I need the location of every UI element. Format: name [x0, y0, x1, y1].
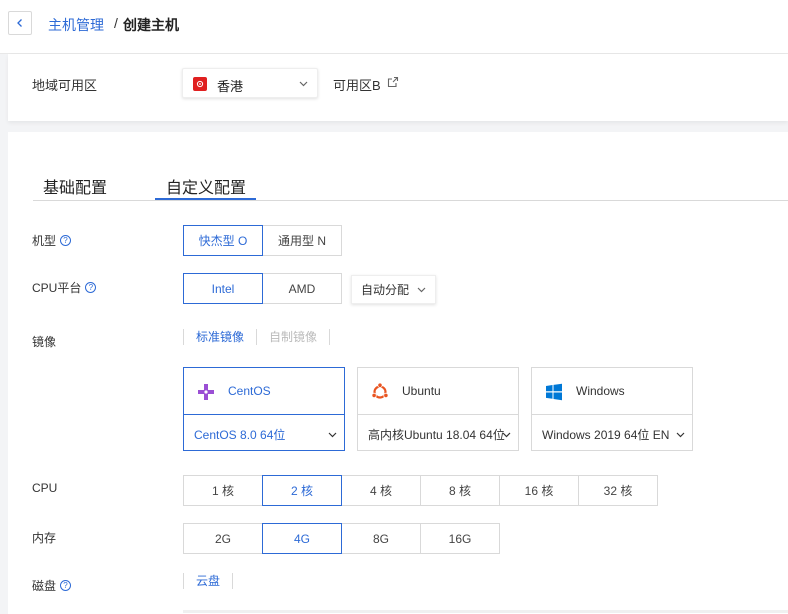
cpu-platform-label: CPU平台 — [32, 281, 82, 295]
cpu-option-1[interactable]: 1 核 — [183, 475, 263, 506]
breadcrumb-host-management[interactable]: 主机管理 — [48, 15, 104, 35]
cpu-platform-selector: Intel AMD — [183, 273, 342, 304]
cpu-option-16[interactable]: 16 核 — [499, 475, 579, 506]
cpu-option-8[interactable]: 8 核 — [420, 475, 500, 506]
machine-type-row-label: 机型 ? — [32, 232, 72, 249]
chevron-down-icon[interactable] — [675, 428, 686, 443]
chevron-down-icon — [416, 284, 427, 298]
os-card-header: CentOS — [184, 368, 344, 415]
tab-custom-config[interactable]: 自定义配置 — [166, 174, 246, 198]
os-card-ubuntu[interactable]: Ubuntu 高内核Ubuntu 18.04 64位 — [357, 367, 519, 451]
memory-option-16g[interactable]: 16G — [420, 523, 500, 554]
cpu-option-32[interactable]: 32 核 — [578, 475, 658, 506]
image-row-label: 镜像 — [32, 333, 56, 350]
memory-option-8g[interactable]: 8G — [341, 523, 421, 554]
machine-type-option-n[interactable]: 通用型 N — [262, 225, 342, 256]
external-link-icon[interactable] — [387, 76, 399, 91]
memory-option-4g[interactable]: 4G — [262, 523, 342, 554]
cpu-platform-option-amd[interactable]: AMD — [262, 273, 342, 304]
cpu-option-2[interactable]: 2 核 — [262, 475, 342, 506]
os-card-header: Windows — [532, 368, 692, 415]
cpu-auto-allocate-select[interactable]: 自动分配 — [351, 275, 436, 304]
active-tab-indicator — [155, 198, 256, 200]
os-version-centos: CentOS 8.0 64位 — [194, 428, 286, 442]
machine-type-option-o[interactable]: 快杰型 O — [183, 225, 263, 256]
breadcrumb-separator: / — [114, 15, 118, 31]
image-type-tabs: 标准镜像 自制镜像 — [183, 328, 331, 346]
region-label: 地域可用区 — [32, 78, 98, 93]
region-section: 地域可用区 香港 可用区B — [8, 54, 788, 121]
memory-row-label: 内存 — [32, 529, 56, 546]
tab-custom-image[interactable]: 自制镜像 — [256, 329, 331, 345]
tab-cloud-disk[interactable]: 云盘 — [183, 573, 234, 589]
cpu-row-label: CPU — [32, 481, 57, 495]
region-select[interactable]: 香港 — [182, 68, 318, 98]
back-button[interactable] — [8, 11, 32, 35]
page-header: 主机管理 / 创建主机 — [0, 0, 788, 54]
memory-label: 内存 — [32, 531, 57, 545]
os-name-centos: CentOS — [228, 384, 271, 398]
cpu-auto-allocate-value: 自动分配 — [361, 283, 410, 297]
chevron-down-icon[interactable] — [327, 428, 338, 443]
memory-selector: 2G 4G 8G 16G — [183, 523, 500, 554]
disk-row-label: 磁盘 ? — [32, 577, 72, 594]
ubuntu-icon — [370, 382, 390, 402]
os-card-centos[interactable]: CentOS CentOS 8.0 64位 — [183, 367, 345, 451]
config-tabs: 基础配置 自定义配置 — [33, 162, 788, 201]
centos-icon — [196, 382, 216, 402]
disk-type-tabs: 云盘 — [183, 572, 234, 590]
os-version-windows: Windows 2019 64位 EN — [542, 428, 670, 442]
chevron-down-icon — [298, 77, 309, 92]
os-name-ubuntu: Ubuntu — [402, 384, 441, 398]
cpu-label: CPU — [32, 481, 58, 495]
cpu-platform-row-label: CPU平台 ? — [32, 279, 97, 296]
os-card-header: Ubuntu — [358, 368, 518, 415]
disk-table-top-edge — [183, 610, 788, 613]
tab-basic-config[interactable]: 基础配置 — [43, 174, 107, 198]
help-icon[interactable]: ? — [60, 235, 72, 246]
cpu-platform-option-intel[interactable]: Intel — [183, 273, 263, 304]
hong-kong-flag-icon — [193, 77, 207, 91]
cpu-option-4[interactable]: 4 核 — [341, 475, 421, 506]
chevron-left-icon — [15, 16, 25, 31]
tab-standard-image[interactable]: 标准镜像 — [183, 329, 256, 345]
os-version-ubuntu: 高内核Ubuntu 18.04 64位 — [368, 428, 505, 442]
os-name-windows: Windows — [576, 384, 625, 398]
config-card: 基础配置 自定义配置 机型 ? 快杰型 O 通用型 N CPU平台 ? Inte… — [8, 132, 788, 614]
machine-type-selector: 快杰型 O 通用型 N — [183, 225, 342, 256]
os-card-windows[interactable]: Windows Windows 2019 64位 EN — [531, 367, 693, 451]
machine-type-label: 机型 — [32, 234, 57, 248]
zone-label: 可用区B — [333, 78, 381, 93]
cpu-core-selector: 1 核 2 核 4 核 8 核 16 核 32 核 — [183, 475, 658, 506]
windows-icon — [544, 382, 564, 402]
help-icon[interactable]: ? — [60, 580, 72, 591]
image-label: 镜像 — [32, 335, 57, 349]
help-icon[interactable]: ? — [85, 282, 97, 293]
disk-label: 磁盘 — [32, 579, 57, 593]
memory-option-2g[interactable]: 2G — [183, 523, 263, 554]
page-title: 创建主机 — [123, 17, 179, 33]
region-value: 香港 — [217, 79, 244, 94]
chevron-down-icon[interactable] — [501, 428, 512, 443]
